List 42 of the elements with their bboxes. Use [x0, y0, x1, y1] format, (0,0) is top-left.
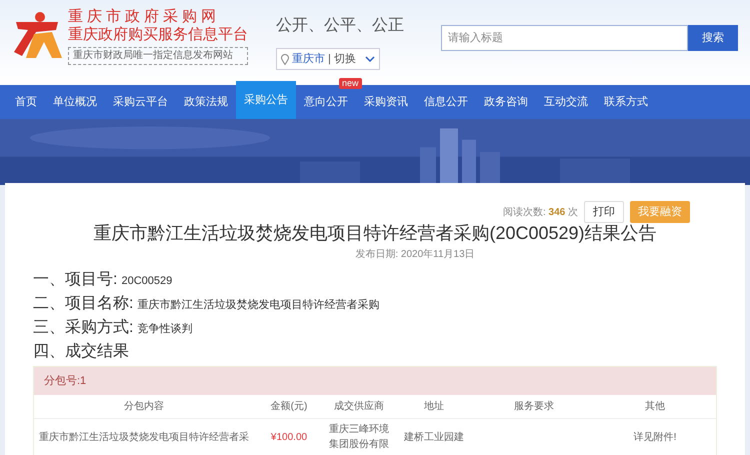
column-header: 地址	[424, 400, 444, 414]
column-header: 金额(元)	[270, 400, 308, 414]
nav-tab[interactable]: 单位概况	[45, 85, 105, 119]
nav-tab[interactable]: 信息公开	[416, 85, 476, 119]
table-cell-text: 详见附件!	[634, 430, 676, 444]
section-value: 竞争性谈判	[137, 322, 192, 337]
nav-tab[interactable]: 首页	[7, 85, 45, 119]
column-header: 分包内容	[124, 400, 164, 414]
region-switcher[interactable]: 重庆市 | 切换	[276, 48, 380, 70]
nav-tab[interactable]: 采购公告	[236, 81, 296, 119]
announcement-title: 重庆市黔江生活垃圾焚烧发电项目特许经营者采购(20C00529)结果公告	[92, 222, 658, 245]
publish-date: 发布日期: 2020年11月13日	[355, 249, 475, 260]
print-button[interactable]: 打印	[584, 201, 624, 223]
slogan: 公开、公平、公正	[276, 16, 404, 36]
search-field[interactable]: 请输入标题	[441, 25, 688, 51]
column-header: 服务要求	[514, 400, 554, 414]
section-heading: 一、项目号:	[33, 270, 118, 290]
section-value: 20C00529	[121, 274, 172, 289]
nav-tab[interactable]: 采购云平台	[105, 85, 176, 119]
table-cell-text: 重庆三峰环境集团股份有限	[328, 422, 390, 452]
nav-tab[interactable]: 政策法规	[176, 85, 236, 119]
nav-tab[interactable]: 互动交流	[536, 85, 596, 119]
table-cell-text: ¥100.00	[270, 430, 308, 444]
nav-tab[interactable]: 联系方式	[596, 85, 656, 119]
table-cell-text: 重庆市黔江生活垃圾焚烧发电项目特许经营者采	[39, 430, 249, 444]
section-heading: 四、成交结果	[33, 342, 129, 362]
new-badge: new	[339, 78, 362, 89]
section-heading: 三、采购方式:	[33, 318, 134, 338]
column-header: 其他	[645, 400, 665, 414]
site-tagline: 重庆市财政局唯一指定信息发布网站	[68, 47, 248, 65]
site-title: 重庆市政府采购网	[68, 8, 221, 26]
table-cell-text: 建桥工业园建	[403, 430, 465, 444]
package-number: 分包号:1	[44, 374, 86, 389]
section-heading: 二、项目名称:	[33, 294, 134, 314]
chevron-down-icon	[364, 56, 375, 62]
location-pin-icon	[281, 54, 289, 64]
section-value: 重庆市黔江生活垃圾焚烧发电项目特许经营者采购	[137, 298, 380, 313]
search-button[interactable]: 搜索	[688, 25, 738, 51]
view-count: 阅读次数: 346 次	[502, 206, 578, 220]
nav-tab[interactable]: 政务咨询	[476, 85, 536, 119]
column-header: 成交供应商	[334, 400, 384, 414]
site-subtitle: 重庆政府购买服务信息平台	[68, 26, 248, 44]
